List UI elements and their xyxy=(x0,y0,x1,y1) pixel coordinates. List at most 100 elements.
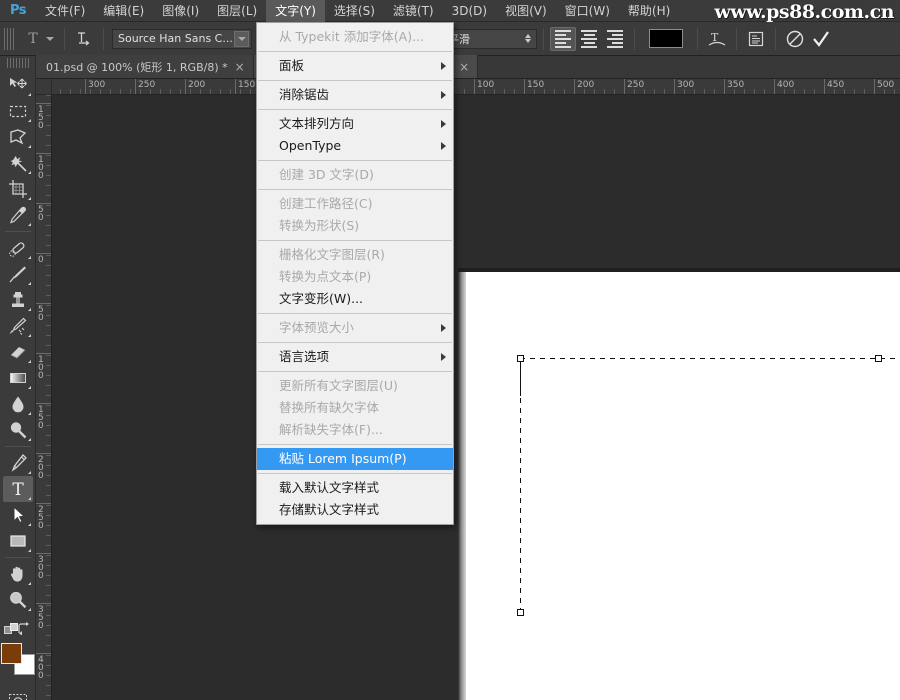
text-bounding-box[interactable] xyxy=(517,355,900,616)
menu-image[interactable]: 图像(I) xyxy=(153,0,208,22)
menu-item-28[interactable]: 载入默认文字样式 xyxy=(257,477,453,499)
menu-item-12: 转换为形状(S) xyxy=(257,215,453,237)
eyedropper-tool[interactable] xyxy=(3,202,33,228)
ruler-label: 300 xyxy=(38,555,44,581)
menu-separator xyxy=(258,342,452,343)
healing-brush-tool[interactable] xyxy=(3,235,33,261)
magic-wand-tool[interactable] xyxy=(3,150,33,176)
menu-item-label: 粘贴 Lorem Ipsum(P) xyxy=(279,451,407,466)
hand-tool[interactable] xyxy=(3,561,33,587)
tool-more-indicator xyxy=(27,93,31,96)
tool-more-indicator xyxy=(27,438,31,441)
divider xyxy=(697,27,698,50)
swap-colors-icon[interactable] xyxy=(17,622,31,635)
history-brush-tool[interactable] xyxy=(3,313,33,339)
rectangular-marquee-tool[interactable] xyxy=(3,98,33,124)
vertical-ruler[interactable]: 150 100 50 0 50 100 150 200 250 300 350 400 xyxy=(36,95,52,700)
warp-text-button[interactable]: T xyxy=(704,27,730,51)
menu-filter[interactable]: 滤镜(T) xyxy=(384,0,443,22)
path-selection-tool[interactable] xyxy=(3,502,33,528)
document-page[interactable] xyxy=(466,272,900,700)
menu-item-20[interactable]: 语言选项 xyxy=(257,346,453,368)
stepper-arrows-icon[interactable] xyxy=(522,34,533,43)
type-menu-dropdown[interactable]: 从 Typekit 添加字体(A)... 面板 消除锯齿 文本排列方向 OpenType… xyxy=(256,22,454,525)
menu-item-2[interactable]: 面板 xyxy=(257,55,453,77)
clone-stamp-tool[interactable] xyxy=(3,287,33,313)
menu-item-29[interactable]: 存储默认文字样式 xyxy=(257,499,453,521)
menu-select[interactable]: 选择(S) xyxy=(325,0,384,22)
text-frame-handle-top-left[interactable] xyxy=(517,355,524,362)
tool-preset-picker[interactable]: T xyxy=(19,29,58,49)
menu-item-4[interactable]: 消除锯齿 xyxy=(257,84,453,106)
ruler-origin-corner[interactable] xyxy=(36,79,52,95)
lasso-icon xyxy=(9,129,26,145)
chevron-down-icon[interactable] xyxy=(234,30,249,47)
ruler-tick xyxy=(774,79,775,94)
move-tool[interactable] xyxy=(3,72,33,98)
quick-mask-button[interactable] xyxy=(3,689,33,700)
menu-item-label: 创建工作路径(C) xyxy=(279,196,373,211)
horizontal-ruler[interactable]: 300 250 200 150 100 150 200 250 300 350 400 450 500 xyxy=(52,79,900,95)
menu-item-16[interactable]: 文字变形(W)... xyxy=(257,288,453,310)
tools-panel-grip[interactable] xyxy=(6,58,29,68)
dodge-tool[interactable] xyxy=(3,417,33,443)
text-frame-handle-bottom-left[interactable] xyxy=(517,609,524,616)
text-color-button[interactable] xyxy=(641,29,691,48)
menu-edit[interactable]: 编辑(E) xyxy=(94,0,153,22)
font-family-select[interactable]: Source Han Sans C... xyxy=(112,28,252,49)
menu-3d[interactable]: 3D(D) xyxy=(443,0,496,22)
text-orientation-button[interactable] xyxy=(71,27,97,51)
close-icon[interactable]: × xyxy=(459,61,469,73)
options-bar-grip[interactable] xyxy=(4,27,15,50)
document-tab-01psd[interactable]: 01.psd @ 100% (矩形 1, RGB/8) * × xyxy=(36,55,254,78)
gradient-icon xyxy=(9,373,26,383)
anti-alias-select[interactable]: 平滑 xyxy=(441,28,537,49)
ruler-tick xyxy=(36,103,51,104)
menu-type[interactable]: 文字(Y) xyxy=(266,0,325,22)
blur-tool[interactable] xyxy=(3,391,33,417)
menu-item-label: 文本排列方向 xyxy=(279,116,355,131)
cancel-edit-button[interactable] xyxy=(782,27,808,51)
brush-tool[interactable] xyxy=(3,261,33,287)
text-frame-handle-top-right[interactable] xyxy=(875,355,882,362)
type-tool[interactable]: T xyxy=(2,476,33,502)
menu-item-6[interactable]: 文本排列方向 xyxy=(257,113,453,135)
menu-item-22: 更新所有文字图层(U) xyxy=(257,375,453,397)
commit-edit-button[interactable] xyxy=(808,27,834,51)
hand-icon xyxy=(10,566,23,582)
character-paragraph-panels-button[interactable] xyxy=(743,27,769,51)
tool-divider xyxy=(4,231,31,232)
menu-item-18: 字体预览大小 xyxy=(257,317,453,339)
menu-item-label: 解析缺失字体(F)... xyxy=(279,422,383,437)
menu-window[interactable]: 窗口(W) xyxy=(556,0,619,22)
zoom-tool[interactable] xyxy=(3,587,33,613)
align-left-button[interactable] xyxy=(550,26,576,51)
menu-help[interactable]: 帮助(H) xyxy=(619,0,679,22)
menu-layer[interactable]: 图层(L) xyxy=(208,0,266,22)
ruler-label: 400 xyxy=(777,80,795,90)
crop-tool[interactable] xyxy=(3,176,33,202)
align-center-button[interactable] xyxy=(576,27,602,51)
ruler-label: 50 xyxy=(38,305,44,323)
menu-item-label: 转换为形状(S) xyxy=(279,218,360,233)
divider xyxy=(543,27,544,50)
close-icon[interactable]: × xyxy=(235,61,245,73)
site-watermark: www.ps88.com.cn xyxy=(714,1,894,23)
menu-file[interactable]: 文件(F) xyxy=(36,0,94,22)
ruler-label: 350 xyxy=(38,605,44,631)
menu-separator xyxy=(258,189,452,190)
align-right-button[interactable] xyxy=(602,27,628,51)
workspace-canvas[interactable] xyxy=(52,95,900,700)
menu-item-7[interactable]: OpenType xyxy=(257,135,453,157)
ruler-label: 100 xyxy=(38,355,44,381)
menu-item-26[interactable]: 粘贴 Lorem Ipsum(P) xyxy=(257,448,453,470)
foreground-color-swatch[interactable] xyxy=(0,643,22,664)
text-frame-top-edge xyxy=(520,358,900,359)
rectangle-tool[interactable] xyxy=(3,528,33,554)
lasso-tool[interactable] xyxy=(3,124,33,150)
pen-tool[interactable] xyxy=(3,450,33,476)
menu-item-label: 替换所有缺欠字体 xyxy=(279,400,380,415)
eraser-tool[interactable] xyxy=(3,339,33,365)
gradient-tool[interactable] xyxy=(3,365,33,391)
menu-view[interactable]: 视图(V) xyxy=(496,0,556,22)
